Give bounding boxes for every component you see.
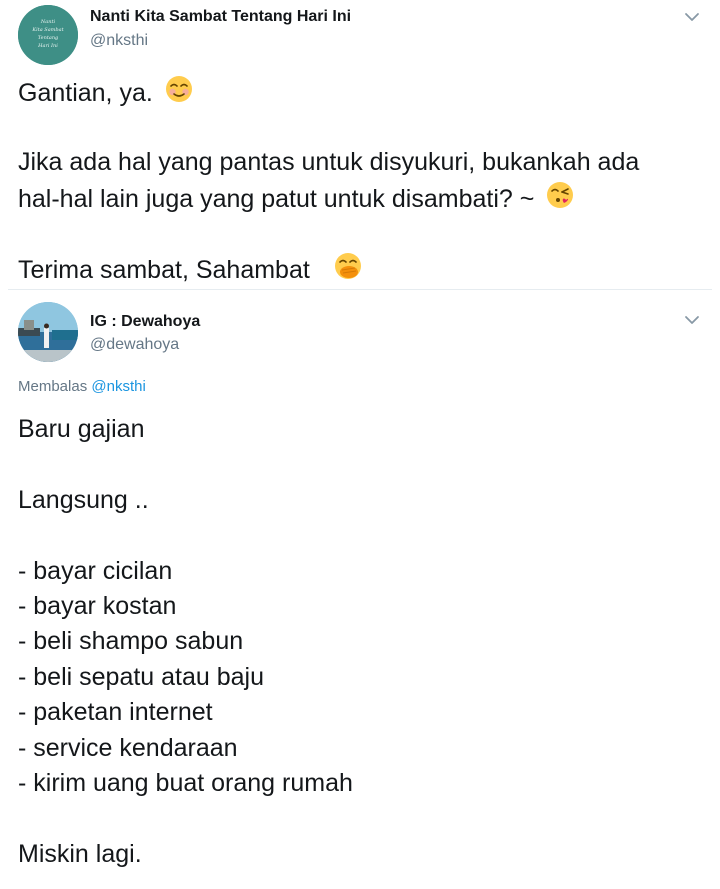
tweet-dewahoya[interactable]: IG : Dewahoya @dewahoya Membalas @nksthi… [0,0,720,868]
tweet-line: - service kendaraan [18,733,238,762]
reply-context: Membalas @nksthi [18,378,146,395]
handle[interactable]: @dewahoya [90,336,179,354]
tweet-line: - kirim uang buat orang rumah [18,768,353,797]
reply-mention-link[interactable]: @nksthi [91,378,145,395]
tweet-line: - beli shampo sabun [18,627,244,656]
tweet-line [18,801,353,836]
tweet-line: Baru gajian [18,415,145,443]
tweet-line: Langsung .. [18,485,149,514]
tweet-line: - bayar cicilan [18,556,173,585]
tweet-line: Miskin lagi. [18,839,142,868]
chevron-down-icon[interactable] [682,313,702,327]
tweet-line: - bayar kostan [18,591,177,620]
tweet-text: Baru gajian Langsung .. - bayar cicilan … [18,412,353,872]
display-name[interactable]: IG : Dewahoya [90,313,200,331]
tweet-line: - beli sepatu atau baju [18,662,265,691]
reply-label: Membalas [18,378,88,395]
tweet-line [18,447,353,482]
avatar[interactable] [18,302,78,362]
tweet-line [18,518,353,553]
tweet-line: - paketan internet [18,698,213,727]
